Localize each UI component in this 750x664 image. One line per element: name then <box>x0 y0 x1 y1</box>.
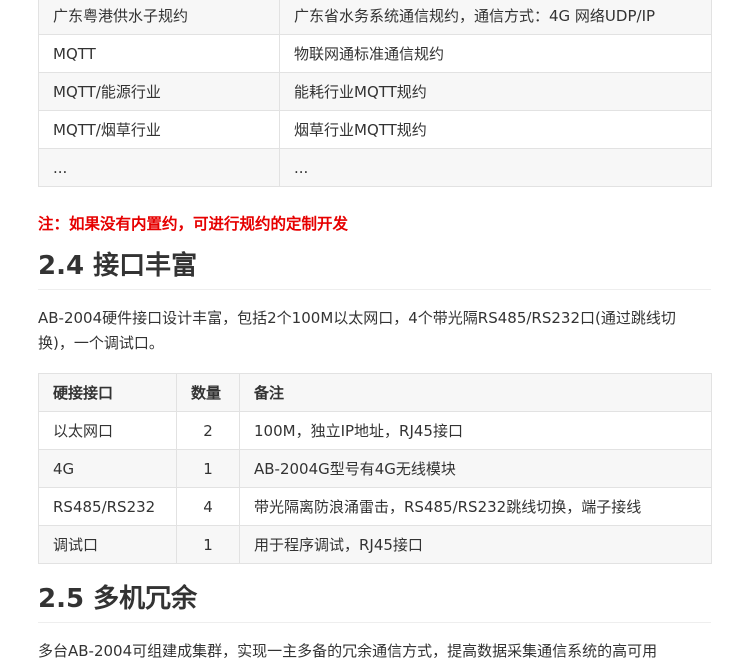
table-cell: 调试口 <box>38 525 177 564</box>
table-cell: 能耗行业MQTT规约 <box>279 72 712 111</box>
table-header-row: 硬接接口 数量 备注 <box>38 373 712 412</box>
table-row: MQTT/烟草行业 烟草行业MQTT规约 <box>38 110 712 149</box>
table-cell: ... <box>38 148 280 187</box>
section-heading-2-4: 2.4 接口丰富 <box>38 249 711 290</box>
table-row: 以太网口 2 100M，独立IP地址，RJ45接口 <box>38 411 712 450</box>
table-cell: 烟草行业MQTT规约 <box>279 110 712 149</box>
table-cell: 1 <box>176 449 240 488</box>
table-row: RS485/RS232 4 带光隔离防浪涌雷击，RS485/RS232跳线切换，… <box>38 487 712 526</box>
table-row: ... ... <box>38 148 712 187</box>
table-cell: 4G <box>38 449 177 488</box>
table-cell: 1 <box>176 525 240 564</box>
table-row: 广东粤港供水子规约 广东省水务系统通信规约，通信方式：4G 网络UDP/IP <box>38 0 712 35</box>
table-cell: MQTT/烟草行业 <box>38 110 280 149</box>
table-row: 调试口 1 用于程序调试，RJ45接口 <box>38 525 712 564</box>
table-cell: 带光隔离防浪涌雷击，RS485/RS232跳线切换，端子接线 <box>239 487 712 526</box>
column-header-remark: 备注 <box>239 373 712 412</box>
document-body: 广东粤港供水子规约 广东省水务系统通信规约，通信方式：4G 网络UDP/IP M… <box>38 0 712 664</box>
protocols-table: 广东粤港供水子规约 广东省水务系统通信规约，通信方式：4G 网络UDP/IP M… <box>38 0 712 187</box>
table-cell: AB-2004G型号有4G无线模块 <box>239 449 712 488</box>
table-cell: 广东粤港供水子规约 <box>38 0 280 35</box>
column-header-interface: 硬接接口 <box>38 373 177 412</box>
table-row: MQTT 物联网通标准通信规约 <box>38 34 712 73</box>
interface-table: 硬接接口 数量 备注 以太网口 2 100M，独立IP地址，RJ45接口 4G … <box>38 373 712 564</box>
section-paragraph-2-5: 多台AB-2004可组建成集群，实现一主多备的冗余通信方式，提高数据采集通信系统… <box>38 642 658 660</box>
table-cell: 4 <box>176 487 240 526</box>
table-row: 4G 1 AB-2004G型号有4G无线模块 <box>38 449 712 488</box>
table-cell: 以太网口 <box>38 411 177 450</box>
column-header-quantity: 数量 <box>176 373 240 412</box>
section-paragraph-2-4: AB-2004硬件接口设计丰富，包括2个100M以太网口，4个带光隔RS485/… <box>38 309 676 352</box>
table-cell: 物联网通标准通信规约 <box>279 34 712 73</box>
table-cell: 2 <box>176 411 240 450</box>
table-cell: 广东省水务系统通信规约，通信方式：4G 网络UDP/IP <box>279 0 712 35</box>
table-cell: 100M，独立IP地址，RJ45接口 <box>239 411 712 450</box>
table-cell: 用于程序调试，RJ45接口 <box>239 525 712 564</box>
custom-protocol-note: 注：如果没有内置约，可进行规约的定制开发 <box>38 215 349 233</box>
table-cell: MQTT/能源行业 <box>38 72 280 111</box>
table-cell: MQTT <box>38 34 280 73</box>
table-cell: RS485/RS232 <box>38 487 177 526</box>
table-row: MQTT/能源行业 能耗行业MQTT规约 <box>38 72 712 111</box>
section-heading-2-5: 2.5 多机冗余 <box>38 582 711 623</box>
table-cell: ... <box>279 148 712 187</box>
